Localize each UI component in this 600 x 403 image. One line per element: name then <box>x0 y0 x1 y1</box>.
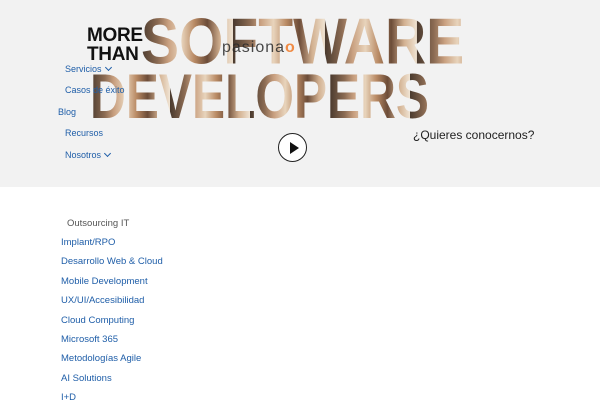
brand-logo-text: pasiona <box>222 39 286 56</box>
hero-tagline[interactable]: ¿Quieres conocernos? <box>413 128 534 142</box>
services-section-title: Outsourcing IT <box>67 218 130 229</box>
nav-item-label: Blog <box>58 107 77 117</box>
service-link-cloud-computing[interactable]: Cloud Computing <box>61 315 134 326</box>
nav-item-label: Servicios <box>65 64 102 74</box>
nav-item-servicios[interactable]: Servicios <box>65 63 112 74</box>
service-link-ux-ui-accesibilidad[interactable]: UX/UI/Accesibilidad <box>61 295 144 306</box>
nav-item-label: Recursos <box>65 128 104 138</box>
service-link-i-d[interactable]: I+D <box>61 392 76 403</box>
hero-more-than: MORE THAN <box>87 25 143 65</box>
service-link-microsoft-365[interactable]: Microsoft 365 <box>61 334 118 345</box>
nav-item-blog[interactable]: Blog <box>58 107 76 117</box>
nav-item-recursos[interactable]: Recursos <box>65 128 103 138</box>
hero-word-developers: DEVELOPERS <box>90 61 430 133</box>
service-link-metodologias-agile[interactable]: Metodologías Agile <box>61 353 141 364</box>
service-link-implant-rpo[interactable]: Implant/RPO <box>61 237 115 248</box>
nav-item-label: Nosotros <box>65 150 102 160</box>
play-video-button[interactable] <box>278 133 307 162</box>
brand-logo: pasionao <box>222 39 296 57</box>
chevron-down-icon <box>104 63 112 72</box>
service-link-ai-solutions[interactable]: AI Solutions <box>61 373 112 384</box>
nav-item-casos-de-exito[interactable]: Casos de éxito <box>65 85 125 95</box>
brand-logo-mark: o <box>285 39 296 56</box>
nav-item-label: Casos de éxito <box>65 85 125 95</box>
nav-item-nosotros[interactable]: Nosotros <box>65 149 112 160</box>
service-link-mobile-development[interactable]: Mobile Development <box>61 276 148 287</box>
play-icon <box>290 142 299 154</box>
chevron-down-icon <box>103 149 112 158</box>
service-link-desarrollo-web-cloud[interactable]: Desarrollo Web & Cloud <box>61 256 163 267</box>
